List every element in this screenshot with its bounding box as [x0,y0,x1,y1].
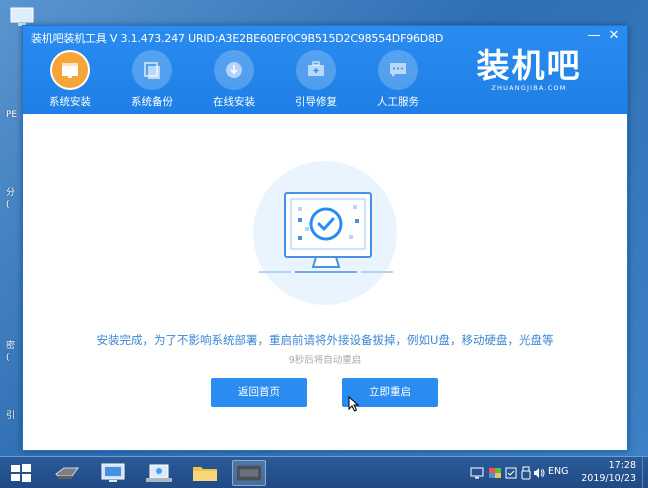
installer-window: 装机吧装机工具 V 3.1.473.247 URID:A3E2BE60EF0C9… [22,25,628,451]
window-title: 装机吧装机工具 V 3.1.473.247 URID:A3E2BE60EF0C9… [31,32,444,45]
folder-icon[interactable] [188,460,222,486]
system-clock[interactable]: 17:28 2019/10/23 [574,459,636,485]
nav-label-online-install: 在线安装 [213,96,255,108]
window-header: 装机吧装机工具 V 3.1.473.247 URID:A3E2BE60EF0C9… [23,26,627,114]
desktop-label-3[interactable]: ( [6,200,10,210]
return-home-button[interactable]: 返回首页 [211,378,307,407]
nav-label-manual-service: 人工服务 [377,96,419,108]
input-language[interactable]: ENG [548,466,568,477]
nav-system-install[interactable]: 系统安装 [39,50,101,112]
mouse-cursor-icon [348,396,360,412]
minimize-button[interactable]: — [585,28,603,44]
desktop-label-2[interactable]: 分 [6,185,15,198]
backup-stack-icon [132,50,172,90]
nav-manual-service[interactable]: 人工服务 [367,50,429,112]
desktop-label-6[interactable]: 引 [6,408,15,421]
drive-icon[interactable] [50,460,84,486]
download-disc-icon [214,50,254,90]
nav-boot-repair[interactable]: 引导修复 [285,50,347,112]
monitor-icon[interactable] [96,460,130,486]
install-complete-illustration [253,161,397,305]
clock-time: 17:28 [608,460,636,471]
nav-online-install[interactable]: 在线安装 [203,50,265,112]
install-complete-message: 安装完成，为了不影响系统部署，重启前请将外接设备拔掉，例如U盘，移动硬盘，光盘等 [96,333,554,347]
chat-bubble-icon [378,50,418,90]
taskbar: ENG 17:28 2019/10/23 [0,456,648,488]
desktop-label-4[interactable]: 密 [6,338,15,351]
color-icon[interactable] [488,466,502,480]
brand-domain: ZHUANGJIBA.COM [491,84,567,92]
brand-logo: 装机吧 ZHUANGJIBA.COM [471,48,587,96]
show-desktop-button[interactable] [642,457,648,488]
brand-name: 装机吧 [476,46,582,85]
windows-start-icon[interactable] [10,463,32,483]
zhuangjiba-app-icon[interactable] [232,460,266,486]
security-icon[interactable] [504,466,518,480]
desktop-label-1[interactable]: PE [6,110,17,120]
nav-label-system-backup: 系统备份 [131,96,173,108]
volume-icon[interactable] [532,466,546,480]
nav-system-backup[interactable]: 系统备份 [121,50,183,112]
desktop-label-5[interactable]: ( [6,353,10,363]
nav-label-boot-repair: 引导修复 [295,96,337,108]
restart-countdown: 9秒后将自动重启 [288,355,362,366]
close-button[interactable]: ✕ [605,28,623,44]
clock-date: 2019/10/23 [581,473,636,484]
display-icon[interactable] [470,466,484,480]
network-icon[interactable] [142,460,176,486]
monitor-window-icon [50,50,90,90]
usb-icon[interactable] [519,466,533,480]
nav-label-system-install: 系统安装 [49,96,91,108]
repair-kit-icon [296,50,336,90]
